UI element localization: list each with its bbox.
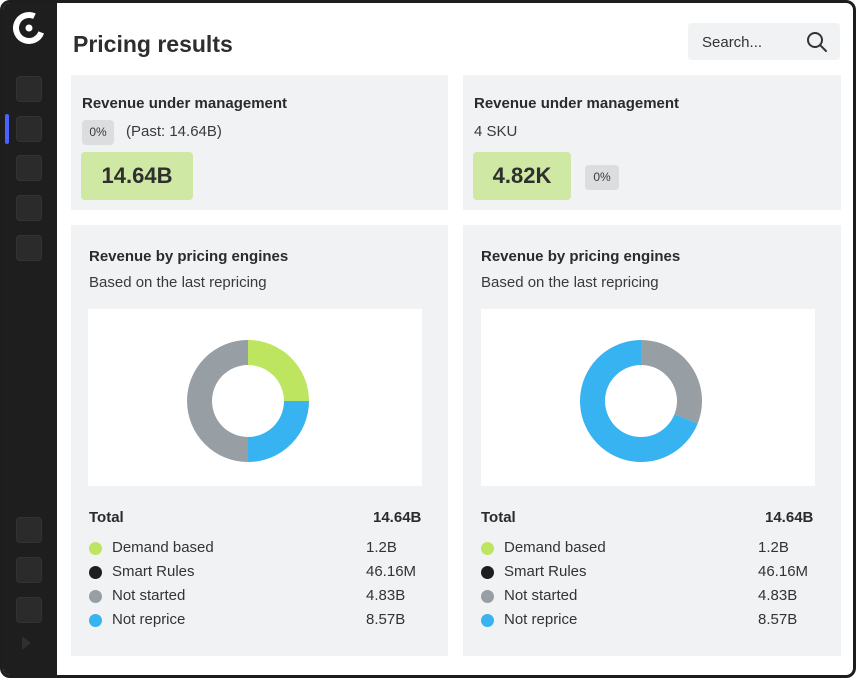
- card-title: Revenue by pricing engines: [481, 248, 681, 265]
- legend-value: 8.57B: [366, 611, 406, 628]
- legend-dot: [89, 566, 102, 579]
- page-title: Pricing results: [73, 31, 233, 57]
- expand-sidebar-icon[interactable]: [22, 636, 31, 650]
- sidebar-item-1[interactable]: [16, 76, 42, 102]
- app-window: Pricing results Search... Revenue under …: [0, 0, 856, 678]
- legend-label: Smart Rules: [504, 563, 587, 580]
- revenue-summary-card-left: Revenue under management 0% (Past: 14.64…: [71, 75, 448, 210]
- legend-dot: [89, 542, 102, 555]
- total-label: Total: [481, 509, 516, 526]
- legend-item: Demand based 1.2B: [481, 539, 821, 559]
- sidebar-item-5[interactable]: [16, 235, 42, 261]
- sidebar: [3, 3, 57, 675]
- legend-item: Not reprice 8.57B: [481, 611, 821, 631]
- change-badge: 0%: [585, 165, 619, 190]
- donut-slice-not-reprice[interactable]: [248, 401, 309, 462]
- legend-value: 1.2B: [366, 539, 397, 556]
- chart-area: [88, 309, 422, 486]
- pricing-engines-card-left: Revenue by pricing engines Based on the …: [71, 225, 448, 656]
- card-subtitle: Based on the last repricing: [481, 274, 659, 291]
- donut-chart: [580, 340, 702, 462]
- card-title: Revenue by pricing engines: [89, 248, 289, 265]
- legend-label: Not started: [504, 587, 578, 604]
- legend-label: Demand based: [504, 539, 606, 556]
- change-badge: 0%: [82, 120, 114, 145]
- total-value: 14.64B: [373, 509, 422, 526]
- sidebar-item-3[interactable]: [16, 155, 42, 181]
- legend-dot: [481, 542, 494, 555]
- legend-item: Demand based 1.2B: [89, 539, 429, 559]
- legend-dot: [481, 590, 494, 603]
- legend-value: 8.57B: [758, 611, 798, 628]
- legend-dot: [481, 614, 494, 627]
- app-logo-icon[interactable]: [12, 11, 46, 45]
- sidebar-item-4[interactable]: [16, 195, 42, 221]
- revenue-value: 14.64B: [81, 152, 193, 200]
- revenue-value: 4.82K: [473, 152, 571, 200]
- total-value: 14.64B: [765, 509, 814, 526]
- donut-slice-demand-based[interactable]: [248, 340, 309, 401]
- sku-count: 4 SKU: [474, 123, 518, 140]
- legend-label: Not reprice: [112, 611, 186, 628]
- sidebar-item-2[interactable]: [16, 116, 42, 142]
- sidebar-bottom-item-1[interactable]: [16, 517, 42, 543]
- past-value: (Past: 14.64B): [126, 123, 222, 140]
- legend-dot: [89, 614, 102, 627]
- search-icon[interactable]: [805, 30, 829, 54]
- pricing-engines-card-right: Revenue by pricing engines Based on the …: [463, 225, 841, 656]
- legend-item: Not started 4.83B: [481, 587, 821, 607]
- sidebar-bottom-item-3[interactable]: [16, 597, 42, 623]
- donut-chart: [187, 340, 309, 462]
- legend-label: Smart Rules: [112, 563, 195, 580]
- donut-slice-not-started[interactable]: [187, 340, 248, 462]
- card-title: Revenue under management: [82, 95, 288, 112]
- legend-value: 4.83B: [758, 587, 798, 604]
- sidebar-bottom-item-2[interactable]: [16, 557, 42, 583]
- card-title: Revenue under management: [474, 95, 680, 112]
- revenue-summary-card-right: Revenue under management 4 SKU 4.82K 0%: [463, 75, 841, 210]
- legend-value: 46.16M: [366, 563, 417, 580]
- legend-dot: [89, 590, 102, 603]
- legend-label: Demand based: [112, 539, 214, 556]
- donut-slice-not-started[interactable]: [641, 340, 702, 424]
- legend-label: Not reprice: [504, 611, 578, 628]
- legend-item: Smart Rules 46.16M: [481, 563, 821, 583]
- search-box[interactable]: Search...: [688, 23, 840, 60]
- legend-dot: [481, 566, 494, 579]
- chart-area: [481, 309, 815, 486]
- sidebar-active-indicator: [5, 114, 9, 144]
- legend-value: 1.2B: [758, 539, 789, 556]
- legend-value: 46.16M: [758, 563, 809, 580]
- card-subtitle: Based on the last repricing: [89, 274, 267, 291]
- legend-item: Smart Rules 46.16M: [89, 563, 429, 583]
- legend-label: Not started: [112, 587, 186, 604]
- legend-item: Not started 4.83B: [89, 587, 429, 607]
- legend-item: Not reprice 8.57B: [89, 611, 429, 631]
- legend-value: 4.83B: [366, 587, 406, 604]
- total-label: Total: [89, 509, 124, 526]
- search-input[interactable]: Search...: [702, 34, 762, 51]
